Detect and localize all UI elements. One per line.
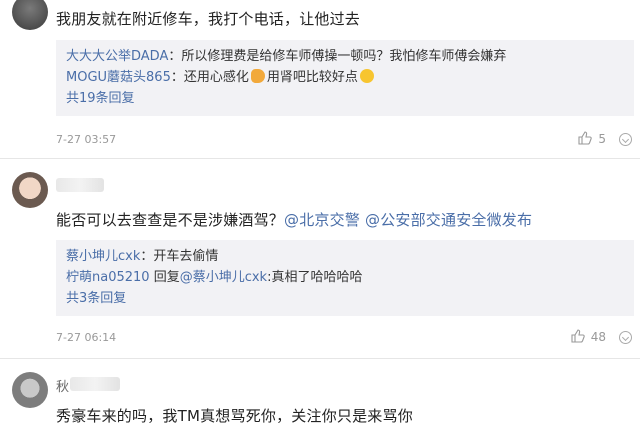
reply-text-cont: 用肾吧比较好点 [266,70,358,85]
reply-username[interactable]: MOGU蘑菇头865 [66,70,171,85]
mention-link[interactable]: @蔡小坤儿cxk [180,270,267,285]
blurred-username [70,377,120,391]
thumbs-up-icon [578,131,593,145]
timestamp: 7-27 06:14 [56,331,117,344]
reply-line: 大大大公举DADA：所以修理费是给修车师傅操一顿吗？我怕修车师傅会嫌弃 [66,46,626,67]
avatar[interactable] [12,0,48,30]
like-button[interactable]: 48 [571,329,606,344]
chevron-down-icon[interactable] [619,331,632,344]
thumbs-up-icon [571,329,585,343]
mention-link[interactable]: @北京交警 [284,211,360,229]
reply-line: 蔡小坤儿cxk：开车去偷情 [66,246,626,267]
comment-text: 我朋友就在附近修车，我打个电话，让他过去 [56,10,361,28]
blurred-username [56,178,104,192]
reply-text: ：还用心感化 [170,70,249,85]
chevron-down-icon[interactable] [619,133,632,146]
username[interactable]: 秋 [56,376,69,395]
comment-text: 能否可以去查查是不是涉嫌酒驾？@北京交警 @公安部交通安全微发布 [56,209,532,230]
comment-footer: 7-27 03:57 5 [56,128,634,152]
comment-footer: 7-27 06:14 48 [56,326,634,350]
reply-text: ：所以修理费是给修车师傅操一顿吗？我怕修车师傅会嫌弃 [168,49,507,64]
like-count: 48 [590,330,606,344]
reply-line: 柠萌na05210 回复@蔡小坤儿cxk:真相了哈哈哈哈 [66,267,626,288]
comment-text-prefix: 能否可以去查查是不是涉嫌酒驾？ [56,211,285,229]
comment-text: 秀豪车来的吗，我TM真想骂死你，关注你只是来骂你 [56,407,413,425]
divider [0,358,640,359]
muscle-emoji-icon [250,69,265,83]
view-more-replies-link[interactable]: 共19条回复 [66,88,626,109]
avatar[interactable] [12,372,48,408]
smile-emoji-icon [359,69,374,83]
timestamp: 7-27 03:57 [56,133,117,146]
like-button[interactable]: 5 [578,131,606,146]
reply-text: ：开车去偷情 [140,249,219,264]
reply-line: MOGU蘑菇头865：还用心感化 用肾吧比较好点 [66,67,626,88]
reply-username[interactable]: 大大大公举DADA [66,49,168,64]
view-more-replies-link[interactable]: 共3条回复 [66,288,626,309]
reply-text-cont: :真相了哈哈哈哈 [267,270,363,285]
reply-box: 大大大公举DADA：所以修理费是给修车师傅操一顿吗？我怕修车师傅会嫌弃 MOGU… [56,40,634,116]
reply-text: 回复 [149,270,180,285]
divider [0,158,640,159]
reply-username[interactable]: 柠萌na05210 [66,270,150,285]
mention-link[interactable]: @公安部交通安全微发布 [365,211,532,229]
reply-username[interactable]: 蔡小坤儿cxk [66,249,140,264]
avatar[interactable] [12,172,48,208]
reply-box: 蔡小坤儿cxk：开车去偷情 柠萌na05210 回复@蔡小坤儿cxk:真相了哈哈… [56,240,634,316]
like-count: 5 [598,132,606,146]
